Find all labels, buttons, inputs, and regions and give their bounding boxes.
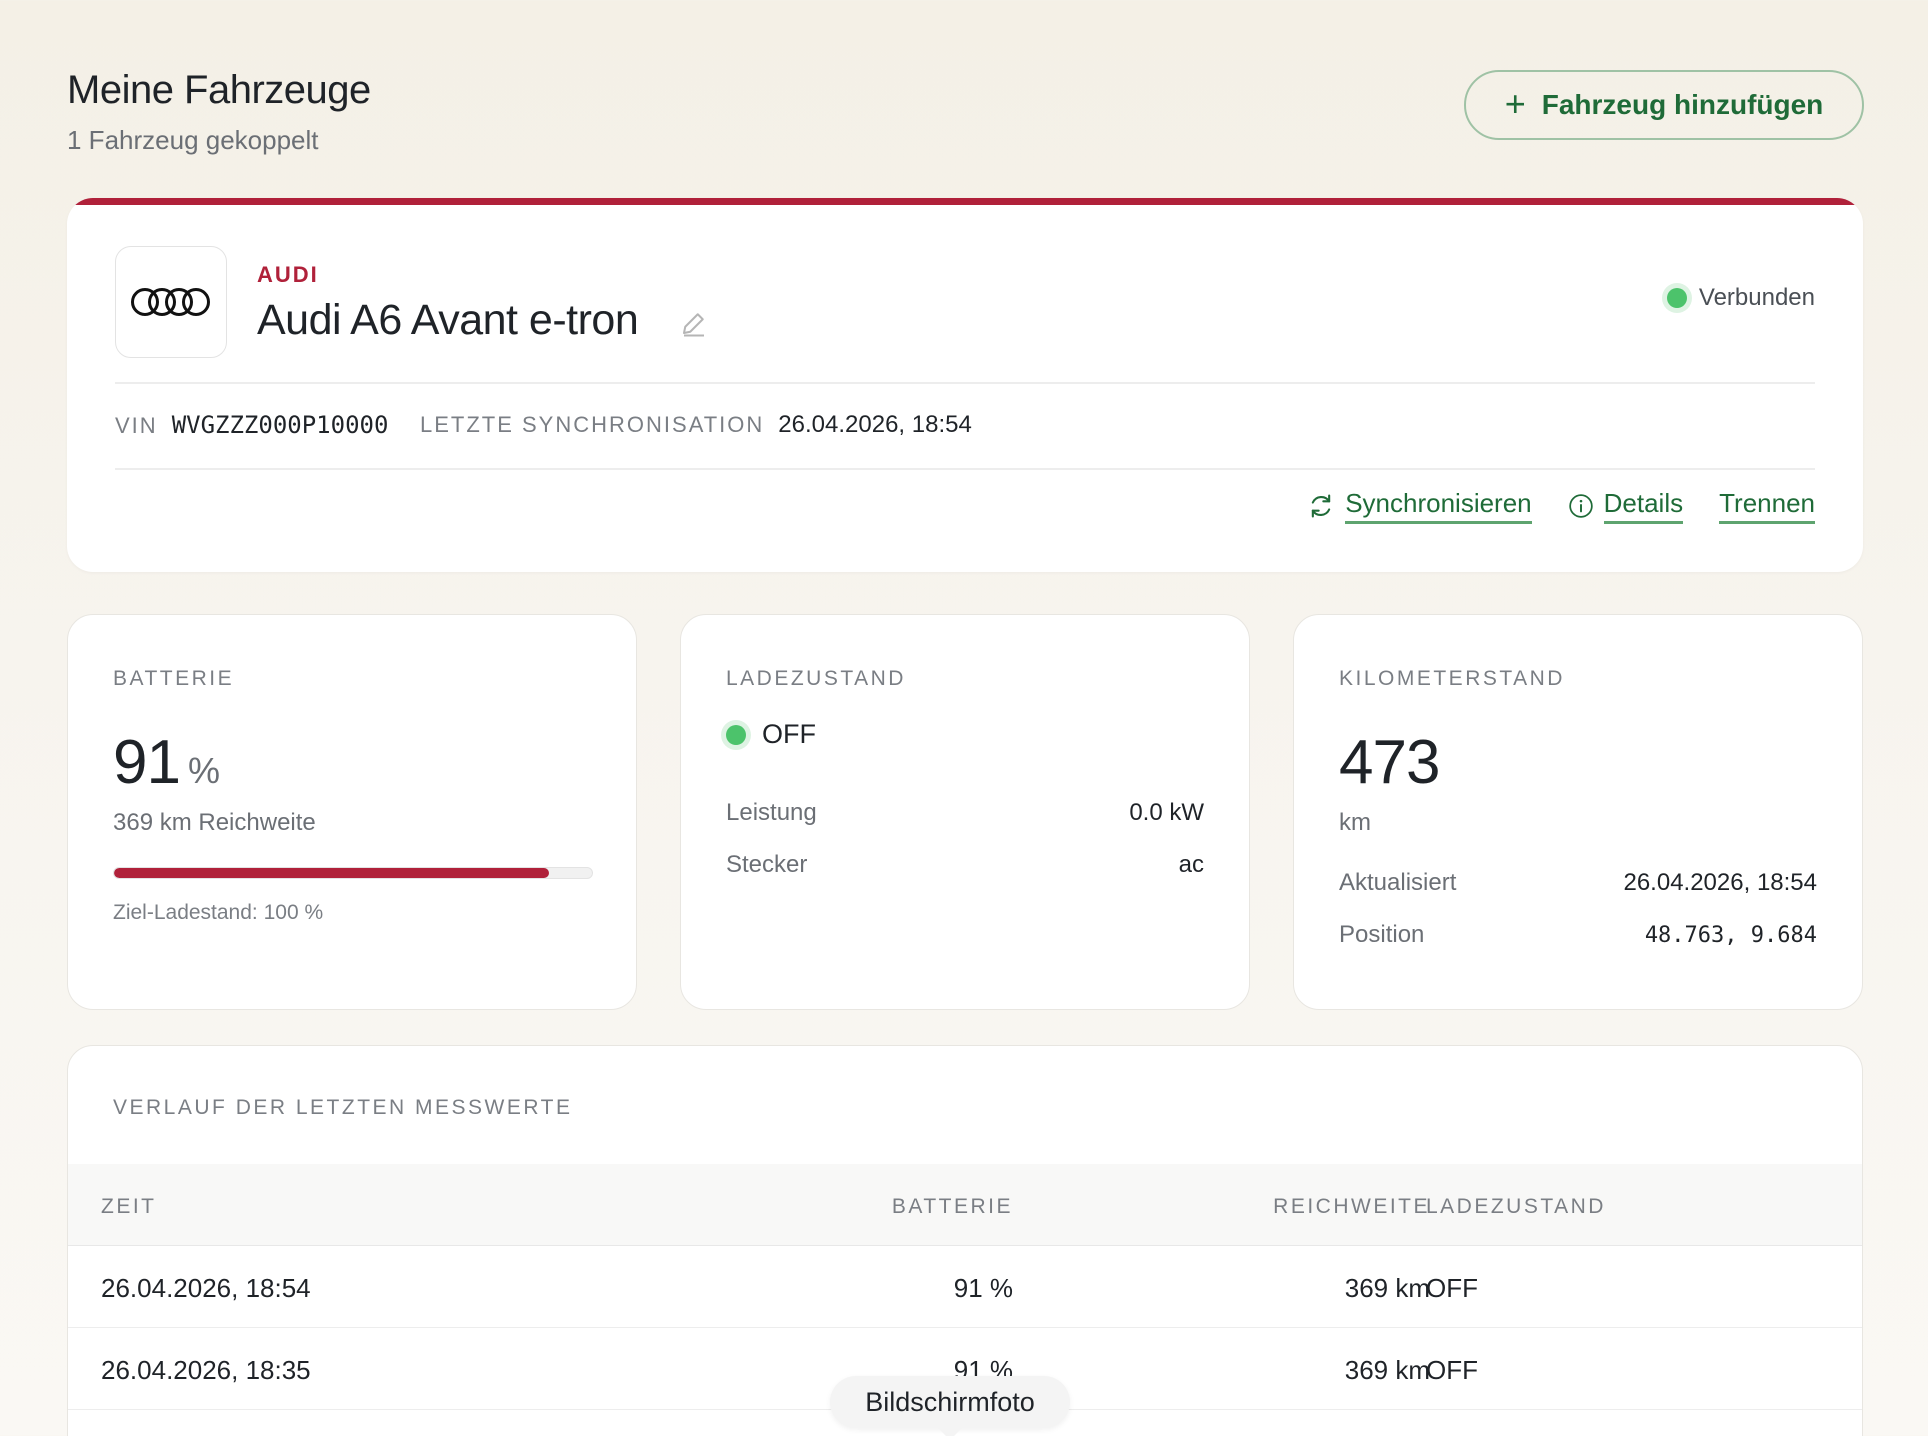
history-title: VERLAUF DER LETZTEN MESSWERTE xyxy=(113,1096,573,1119)
odometer-updated-row: Aktualisiert 26.04.2026, 18:54 xyxy=(1339,869,1817,897)
cell-battery: 91 % xyxy=(953,1273,1013,1303)
column-header-time: ZEIT xyxy=(101,1195,157,1218)
charging-power-row: Leistung 0.0 kW xyxy=(726,799,1204,827)
charging-state-value: OFF xyxy=(762,719,816,749)
charging-status-dot-icon xyxy=(726,724,746,745)
sync-label: Synchronisieren xyxy=(1345,488,1532,524)
disconnect-label: Trennen xyxy=(1719,488,1815,524)
column-header-range: REICHWEITE xyxy=(1273,1195,1430,1218)
column-header-charging-state: LADEZUSTAND xyxy=(1426,1195,1606,1218)
charging-state: OFF xyxy=(726,719,816,750)
page-subtitle: 1 Fahrzeug gekoppelt xyxy=(67,125,319,155)
refresh-icon xyxy=(1311,494,1331,518)
battery-progress-fill xyxy=(114,868,549,878)
charging-plug-row: Stecker ac xyxy=(726,851,1204,879)
odometer-position-value: 48.763, 9.684 xyxy=(1644,923,1817,948)
last-sync-info: LETZTE SYNCHRONISATION 26.04.2026, 18:54 xyxy=(420,411,972,439)
battery-value: 91% xyxy=(113,727,220,798)
audi-logo-icon xyxy=(115,246,227,358)
plus-icon: + xyxy=(1504,82,1526,124)
table-row: 26.04.2026, 18:54 91 % 369 km OFF xyxy=(68,1246,1862,1328)
vin-value: WVGZZZ000P10000 xyxy=(171,411,389,439)
disconnect-button[interactable]: Trennen xyxy=(1719,488,1815,524)
add-vehicle-button[interactable]: + Fahrzeug hinzufügen xyxy=(1464,70,1864,140)
details-label: Details xyxy=(1603,488,1684,524)
last-sync-value: 26.04.2026, 18:54 xyxy=(778,411,972,438)
tooltip-tail xyxy=(936,1426,964,1436)
vehicle-actions: Synchronisieren Details Trennen xyxy=(1307,488,1815,524)
vin-label: VIN xyxy=(115,413,158,438)
battery-progress-bar xyxy=(113,867,593,879)
vehicle-card: AUDI Audi A6 Avant e-tron Verbunden VIN … xyxy=(67,198,1863,572)
sync-button[interactable]: Synchronisieren xyxy=(1307,488,1532,524)
cell-range: 369 km xyxy=(1344,1355,1430,1385)
battery-target: Ziel-Ladestand: 100 % xyxy=(113,901,324,924)
odometer-card: KILOMETERSTAND 473 km Aktualisiert 26.04… xyxy=(1293,614,1863,1010)
add-vehicle-label: Fahrzeug hinzufügen xyxy=(1541,89,1824,120)
charging-plug-label: Stecker xyxy=(726,851,808,878)
vehicle-name: Audi A6 Avant e-tron xyxy=(257,296,639,344)
battery-range: 369 km Reichweite xyxy=(113,809,316,836)
connection-status: Verbunden xyxy=(1666,284,1815,312)
odometer-updated-value: 26.04.2026, 18:54 xyxy=(1623,869,1817,896)
charging-plug-value: ac xyxy=(1178,851,1204,878)
history-table-header: ZEIT BATTERIE REICHWEITE LADEZUSTAND xyxy=(68,1164,1862,1246)
battery-percent: 91 xyxy=(113,728,181,797)
vehicle-brand: AUDI xyxy=(257,262,319,287)
odometer-card-label: KILOMETERSTAND xyxy=(1339,667,1565,690)
brand-accent-bar xyxy=(67,198,1863,205)
odometer-value: 473 xyxy=(1339,728,1440,797)
odometer-unit: km xyxy=(1339,809,1371,836)
divider xyxy=(115,468,1815,470)
vin-info: VIN WVGZZZ000P10000 xyxy=(115,411,388,439)
charging-power-label: Leistung xyxy=(726,799,817,826)
battery-card-label: BATTERIE xyxy=(113,667,235,690)
battery-card: BATTERIE 91% 369 km Reichweite Ziel-Lade… xyxy=(67,614,637,1010)
details-button[interactable]: Details xyxy=(1568,488,1684,524)
cell-time: 26.04.2026, 18:35 xyxy=(101,1355,311,1385)
divider xyxy=(115,382,1815,384)
odometer-updated-label: Aktualisiert xyxy=(1339,869,1457,896)
charging-power-value: 0.0 kW xyxy=(1129,799,1204,826)
charging-card: LADEZUSTAND OFF Leistung 0.0 kW Stecker … xyxy=(680,614,1250,1010)
info-icon xyxy=(1568,494,1593,518)
odometer-position-label: Position xyxy=(1339,921,1425,948)
cell-charging-state: OFF xyxy=(1426,1355,1478,1385)
odometer-position-row: Position 48.763, 9.684 xyxy=(1339,921,1817,949)
battery-unit: % xyxy=(187,750,220,791)
cell-time: 26.04.2026, 18:54 xyxy=(101,1273,311,1303)
cell-charging-state: OFF xyxy=(1426,1273,1478,1303)
screenshot-tooltip: Bildschirmfoto xyxy=(830,1376,1070,1436)
connection-status-label: Verbunden xyxy=(1698,284,1815,311)
cell-range: 369 km xyxy=(1344,1273,1430,1303)
charging-card-label: LADEZUSTAND xyxy=(726,667,906,690)
last-sync-label: LETZTE SYNCHRONISATION xyxy=(420,412,765,437)
screenshot-tooltip-label: Bildschirmfoto xyxy=(865,1386,1035,1417)
page-header: Meine Fahrzeuge 1 Fahrzeug gekoppelt xyxy=(67,68,371,156)
column-header-battery: BATTERIE xyxy=(891,1195,1013,1218)
page-title: Meine Fahrzeuge xyxy=(67,68,371,112)
edit-pencil-icon[interactable] xyxy=(679,308,709,338)
status-dot-icon xyxy=(1666,288,1687,308)
